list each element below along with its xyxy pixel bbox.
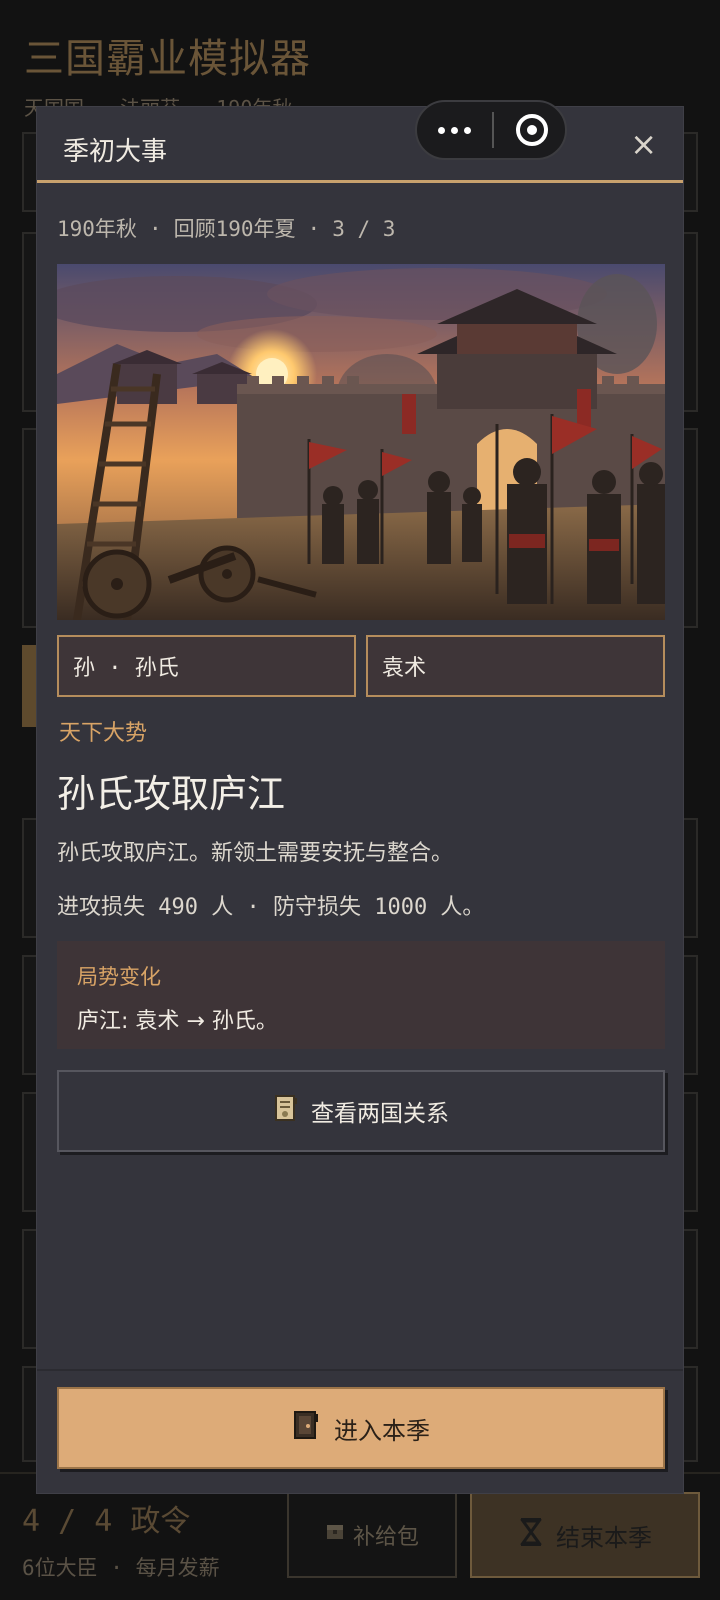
casualty-report: 进攻损失 490 人 · 防守损失 1000 人。	[57, 895, 485, 920]
enter-season-label: 进入本季	[334, 1416, 430, 1445]
season-events-modal: 季初大事 × 190年秋 · 回顾190年夏 · 3 / 3 孙 · 孙氏 袁术…	[36, 106, 684, 1494]
modal-header: 季初大事 ×	[37, 107, 683, 183]
page-indicator: 3 / 3	[332, 217, 396, 241]
situation-change-text: 庐江: 袁术 → 孙氏。	[77, 1009, 278, 1034]
supply-pack-button[interactable]: 补给包	[287, 1492, 457, 1578]
event-category: 天下大势	[59, 721, 148, 746]
faction-tag-defender: 袁术	[366, 635, 665, 697]
faction-tag-attacker: 孙 · 孙氏	[57, 635, 356, 697]
modal-title: 季初大事	[63, 137, 168, 167]
hourglass-icon	[518, 1517, 544, 1553]
exit-miniprogram-icon[interactable]	[516, 114, 548, 146]
view-relations-button[interactable]: 查看两国关系	[57, 1070, 665, 1152]
review-season: 回顾190年夏	[173, 217, 296, 241]
scroll-icon	[273, 1094, 299, 1128]
close-icon[interactable]: ×	[630, 125, 657, 163]
event-meta: 190年秋 · 回顾190年夏 · 3 / 3	[57, 217, 396, 241]
event-title: 孙氏攻取庐江	[57, 772, 286, 816]
faction-tags: 孙 · 孙氏 袁术	[57, 635, 665, 697]
end-season-label: 结束本季	[556, 1523, 652, 1552]
view-relations-label: 查看两国关系	[311, 1101, 449, 1127]
door-icon	[292, 1410, 320, 1446]
capsule-divider	[492, 112, 494, 148]
background-accent-bar	[22, 645, 36, 727]
situation-change-box: 局势变化 庐江: 袁术 → 孙氏。	[57, 941, 665, 1049]
situation-change-label: 局势变化	[77, 965, 161, 989]
miniprogram-capsule	[415, 100, 567, 160]
end-season-button[interactable]: 结束本季	[470, 1492, 700, 1578]
modal-footer-divider	[37, 1369, 683, 1371]
orders-count: 4 / 4 政令	[22, 1504, 191, 1539]
event-description: 孙氏攻取庐江。新领土需要安抚与整合。	[57, 841, 454, 866]
battle-illustration	[57, 264, 665, 620]
more-options-icon[interactable]	[417, 126, 492, 134]
app-title: 三国霸业模拟器	[24, 36, 311, 82]
chest-icon	[325, 1522, 345, 1548]
enter-season-button[interactable]: 进入本季	[57, 1387, 665, 1469]
ministers-info: 6位大臣 · 每月发薪	[22, 1556, 220, 1580]
supply-pack-label: 补给包	[352, 1525, 419, 1550]
current-season: 190年秋	[57, 217, 137, 241]
